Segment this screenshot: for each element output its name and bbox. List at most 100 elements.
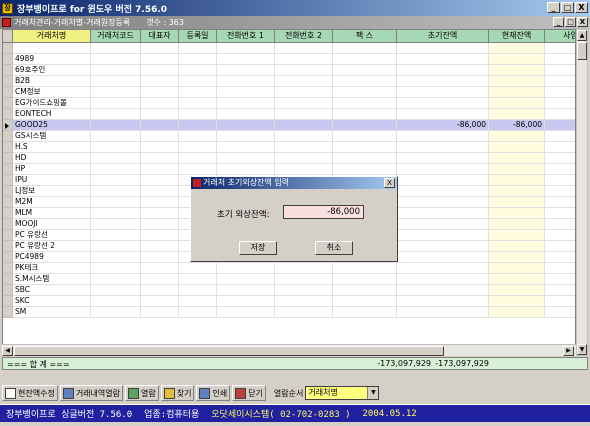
table-cell[interactable]: PC 유랑선 2 <box>13 241 91 252</box>
table-cell[interactable] <box>179 296 217 307</box>
view-button[interactable]: 열람 <box>124 385 159 401</box>
table-cell[interactable] <box>141 208 179 219</box>
table-cell[interactable] <box>397 87 489 98</box>
table-cell[interactable] <box>275 263 333 274</box>
table-cell[interactable] <box>91 219 141 230</box>
row-indicator[interactable] <box>3 142 13 153</box>
table-cell[interactable] <box>397 164 489 175</box>
table-cell[interactable] <box>141 153 179 164</box>
table-cell[interactable] <box>275 87 333 98</box>
table-cell[interactable] <box>91 263 141 274</box>
table-cell[interactable] <box>217 285 275 296</box>
table-cell[interactable] <box>141 296 179 307</box>
table-cell[interactable]: EONTECH <box>13 109 91 120</box>
table-cell[interactable] <box>397 241 489 252</box>
table-cell[interactable] <box>333 120 397 131</box>
table-cell[interactable] <box>397 109 489 120</box>
table-cell[interactable] <box>275 131 333 142</box>
table-cell[interactable]: MOOJI <box>13 219 91 230</box>
table-cell[interactable] <box>333 54 397 65</box>
table-cell[interactable]: 4989 <box>13 54 91 65</box>
table-cell[interactable] <box>141 120 179 131</box>
table-cell[interactable] <box>91 285 141 296</box>
table-cell[interactable] <box>91 241 141 252</box>
table-row[interactable]: GS시스템 <box>3 131 575 142</box>
table-cell[interactable] <box>545 43 575 54</box>
table-cell[interactable] <box>91 131 141 142</box>
table-cell[interactable]: GS시스템 <box>13 131 91 142</box>
table-row[interactable]: B2B <box>3 76 575 87</box>
table-cell[interactable] <box>489 142 545 153</box>
row-indicator[interactable] <box>3 285 13 296</box>
table-cell[interactable] <box>275 98 333 109</box>
table-cell[interactable]: -86,000 <box>489 120 545 131</box>
table-cell[interactable]: CM정보 <box>13 87 91 98</box>
table-cell[interactable] <box>217 164 275 175</box>
table-cell[interactable] <box>397 98 489 109</box>
table-cell[interactable] <box>397 175 489 186</box>
table-cell[interactable] <box>217 87 275 98</box>
table-cell[interactable] <box>489 153 545 164</box>
table-cell[interactable] <box>179 274 217 285</box>
table-row[interactable]: H.S <box>3 142 575 153</box>
table-cell[interactable] <box>217 296 275 307</box>
table-cell[interactable] <box>91 142 141 153</box>
row-indicator[interactable] <box>3 252 13 263</box>
table-cell[interactable]: 69호주인 <box>13 65 91 76</box>
table-row[interactable] <box>3 43 575 54</box>
table-cell[interactable] <box>397 208 489 219</box>
table-cell[interactable] <box>489 54 545 65</box>
table-cell[interactable]: H.S <box>13 142 91 153</box>
table-cell[interactable] <box>489 230 545 241</box>
table-row[interactable]: 69호주인 <box>3 65 575 76</box>
table-cell[interactable] <box>489 164 545 175</box>
dialog-close-button[interactable]: X <box>384 178 395 188</box>
column-header[interactable]: 대표자 <box>141 30 179 43</box>
table-cell[interactable] <box>489 285 545 296</box>
table-cell[interactable] <box>275 120 333 131</box>
table-row[interactable]: GOOD25 -86,000 -86,000 <box>3 120 575 131</box>
table-cell[interactable] <box>91 76 141 87</box>
print-button[interactable]: 인쇄 <box>196 385 231 401</box>
table-cell[interactable] <box>141 241 179 252</box>
minimize-button[interactable]: _ <box>547 2 560 13</box>
table-cell[interactable] <box>333 274 397 285</box>
save-button[interactable]: 저장 <box>239 241 277 255</box>
table-cell[interactable] <box>545 54 575 65</box>
table-cell[interactable] <box>141 307 179 318</box>
table-cell[interactable] <box>275 109 333 120</box>
table-cell[interactable] <box>333 153 397 164</box>
table-cell[interactable] <box>489 87 545 98</box>
table-cell[interactable] <box>217 120 275 131</box>
table-cell[interactable] <box>141 252 179 263</box>
table-cell[interactable] <box>397 76 489 87</box>
table-cell[interactable] <box>545 230 575 241</box>
table-cell[interactable] <box>545 252 575 263</box>
table-cell[interactable] <box>275 164 333 175</box>
table-cell[interactable] <box>217 142 275 153</box>
table-cell[interactable] <box>91 43 141 54</box>
scroll-thumb[interactable] <box>577 42 587 60</box>
column-header[interactable]: 거래처코드 <box>91 30 141 43</box>
table-cell[interactable] <box>397 142 489 153</box>
table-cell[interactable] <box>333 164 397 175</box>
table-cell[interactable] <box>179 153 217 164</box>
table-cell[interactable] <box>141 164 179 175</box>
table-cell[interactable] <box>489 109 545 120</box>
table-cell[interactable] <box>333 43 397 54</box>
edit-balance-button[interactable]: 현잔액수정 <box>2 385 58 401</box>
table-cell[interactable] <box>217 76 275 87</box>
table-cell[interactable] <box>179 109 217 120</box>
table-cell[interactable] <box>545 274 575 285</box>
vertical-scrollbar[interactable]: ▲ ▼ <box>576 29 588 356</box>
table-row[interactable]: SBC <box>3 285 575 296</box>
table-cell[interactable] <box>545 197 575 208</box>
balance-input[interactable]: -86,000 <box>283 205 364 219</box>
row-indicator[interactable] <box>3 153 13 164</box>
table-cell[interactable] <box>489 197 545 208</box>
table-cell[interactable] <box>91 186 141 197</box>
table-cell[interactable] <box>489 274 545 285</box>
table-cell[interactable] <box>333 131 397 142</box>
table-cell[interactable] <box>141 263 179 274</box>
table-cell[interactable]: PC4989 <box>13 252 91 263</box>
